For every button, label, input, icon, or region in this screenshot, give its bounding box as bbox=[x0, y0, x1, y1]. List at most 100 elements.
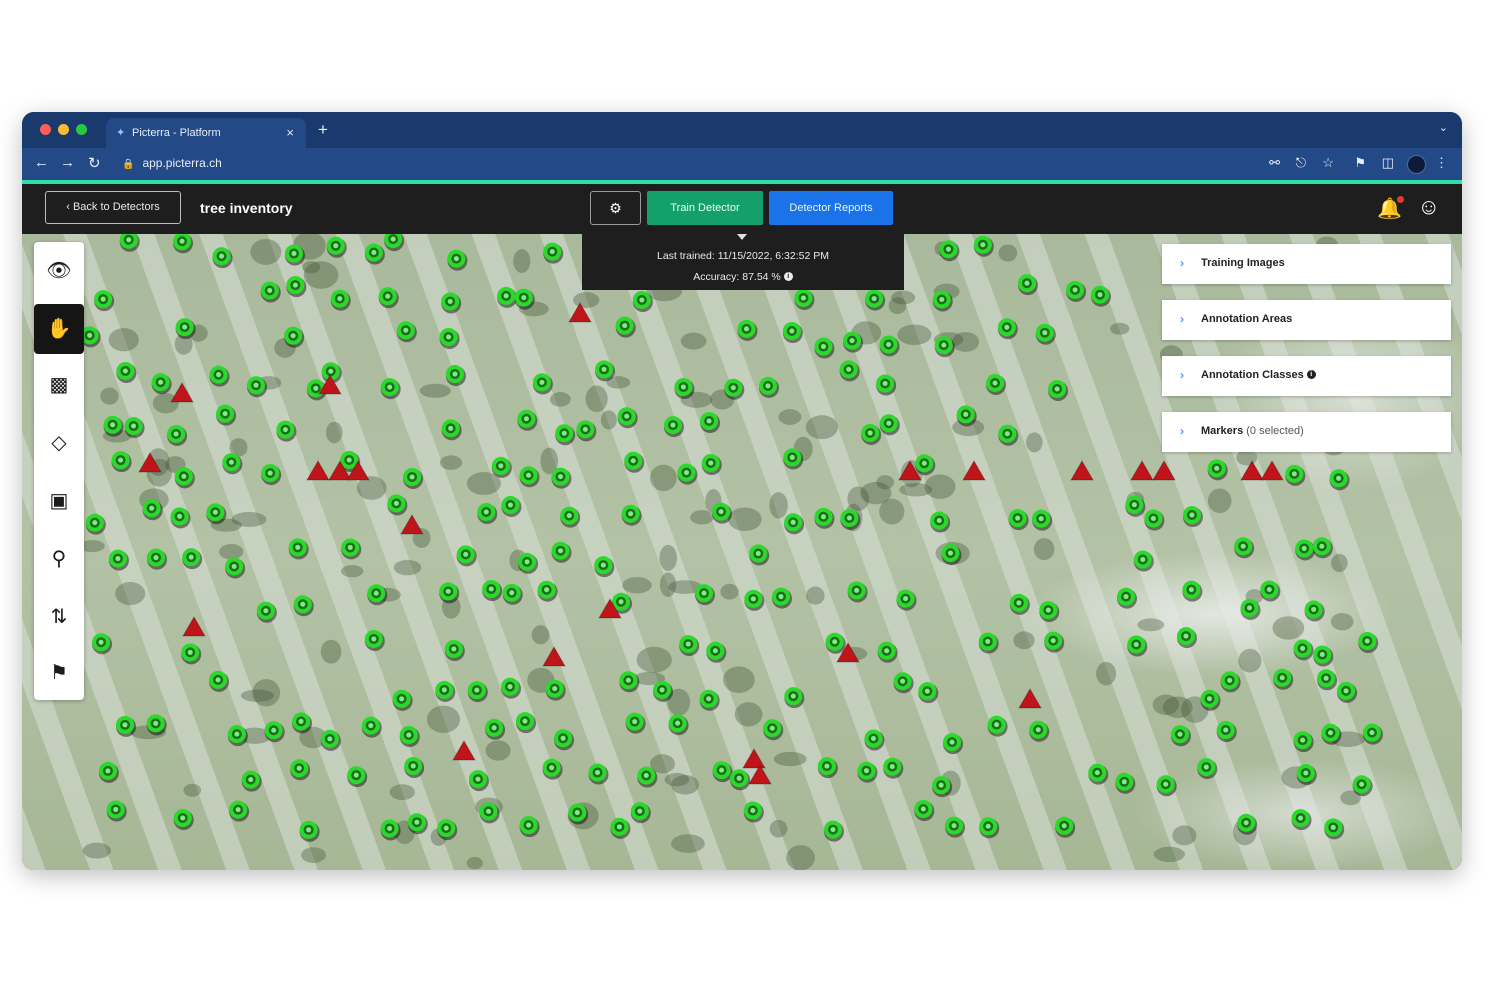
tree-detection-marker-icon[interactable] bbox=[299, 820, 320, 842]
tree-detection-marker-icon[interactable] bbox=[1115, 772, 1136, 794]
tree-detection-marker-icon[interactable] bbox=[893, 672, 914, 694]
tree-detection-marker-icon[interactable] bbox=[482, 580, 503, 602]
tree-detection-marker-icon[interactable] bbox=[784, 513, 805, 535]
tree-detection-marker-icon[interactable] bbox=[445, 365, 466, 387]
tab-search-chevron-icon[interactable]: ⌄ bbox=[1439, 121, 1448, 134]
tree-detection-marker-icon[interactable] bbox=[515, 712, 536, 734]
tree-detection-marker-icon[interactable] bbox=[1029, 720, 1050, 742]
rectangle-select-icon[interactable]: ▩ bbox=[34, 360, 84, 410]
tree-detection-marker-icon[interactable] bbox=[576, 420, 597, 442]
tree-detection-marker-icon[interactable] bbox=[447, 249, 468, 271]
tree-detection-marker-icon[interactable] bbox=[814, 337, 835, 359]
tree-detection-marker-icon[interactable] bbox=[1220, 671, 1241, 693]
tree-detection-marker-icon[interactable] bbox=[1044, 631, 1065, 653]
tree-detection-marker-icon[interactable] bbox=[979, 817, 1000, 839]
missed-tree-triangle-icon[interactable] bbox=[1018, 688, 1042, 709]
info-icon[interactable]: i bbox=[1306, 370, 1316, 379]
sort-arrows-icon[interactable]: ⇅ bbox=[34, 592, 84, 642]
tree-detection-marker-icon[interactable] bbox=[181, 643, 202, 665]
tree-detection-marker-icon[interactable] bbox=[1237, 813, 1258, 835]
tree-detection-marker-icon[interactable] bbox=[771, 587, 792, 609]
tree-detection-marker-icon[interactable] bbox=[551, 467, 572, 489]
tree-detection-marker-icon[interactable] bbox=[1304, 600, 1325, 622]
tree-detection-marker-icon[interactable] bbox=[502, 583, 523, 605]
tree-detection-marker-icon[interactable] bbox=[293, 595, 314, 617]
key-icon[interactable]: ⚯ bbox=[1269, 155, 1280, 171]
tree-detection-marker-icon[interactable] bbox=[1055, 816, 1076, 838]
tree-detection-marker-icon[interactable] bbox=[630, 802, 651, 824]
tree-detection-marker-icon[interactable] bbox=[326, 236, 347, 258]
tree-detection-marker-icon[interactable] bbox=[456, 545, 477, 567]
tree-detection-marker-icon[interactable] bbox=[380, 378, 401, 400]
tree-detection-marker-icon[interactable] bbox=[701, 453, 722, 475]
tree-detection-marker-icon[interactable] bbox=[1088, 763, 1109, 785]
share-icon[interactable]: ⎋ bbox=[1296, 155, 1306, 171]
tree-detection-marker-icon[interactable] bbox=[1182, 506, 1203, 528]
tree-detection-marker-icon[interactable] bbox=[330, 289, 351, 311]
tree-detection-marker-icon[interactable] bbox=[1008, 509, 1029, 531]
tree-detection-marker-icon[interactable] bbox=[173, 234, 194, 254]
missed-tree-triangle-icon[interactable] bbox=[742, 748, 766, 769]
tree-detection-marker-icon[interactable] bbox=[956, 405, 977, 427]
tree-detection-marker-icon[interactable] bbox=[1317, 669, 1338, 691]
tree-detection-marker-icon[interactable] bbox=[554, 729, 575, 751]
missed-tree-triangle-icon[interactable] bbox=[542, 646, 566, 667]
tree-detection-marker-icon[interactable] bbox=[468, 770, 489, 792]
tree-detection-marker-icon[interactable] bbox=[724, 378, 745, 400]
tree-detection-marker-icon[interactable] bbox=[124, 417, 145, 439]
tree-detection-marker-icon[interactable] bbox=[1182, 580, 1203, 602]
tree-detection-marker-icon[interactable] bbox=[944, 816, 965, 838]
side-panel-icon[interactable]: ◫ bbox=[1382, 155, 1394, 171]
tree-detection-marker-icon[interactable] bbox=[341, 538, 362, 560]
tree-detection-marker-icon[interactable] bbox=[532, 373, 553, 395]
tree-detection-marker-icon[interactable] bbox=[1358, 632, 1379, 654]
tree-detection-marker-icon[interactable] bbox=[695, 584, 716, 606]
tree-detection-marker-icon[interactable] bbox=[625, 712, 646, 734]
zoom-select-icon[interactable]: ⚲ bbox=[34, 534, 84, 584]
tree-detection-marker-icon[interactable] bbox=[610, 817, 631, 839]
tree-detection-marker-icon[interactable] bbox=[998, 424, 1019, 446]
tree-detection-marker-icon[interactable] bbox=[1216, 721, 1237, 743]
tree-detection-marker-icon[interactable] bbox=[1273, 668, 1294, 690]
tree-detection-marker-icon[interactable] bbox=[987, 715, 1008, 737]
tree-detection-marker-icon[interactable] bbox=[227, 725, 248, 747]
tree-detection-marker-icon[interactable] bbox=[847, 581, 868, 603]
tree-detection-marker-icon[interactable] bbox=[98, 761, 119, 783]
tree-detection-marker-icon[interactable] bbox=[518, 552, 539, 574]
tree-detection-marker-icon[interactable] bbox=[1009, 593, 1030, 615]
tree-detection-marker-icon[interactable] bbox=[1337, 681, 1358, 703]
missed-tree-triangle-icon[interactable] bbox=[452, 740, 476, 761]
tree-detection-marker-icon[interactable] bbox=[364, 243, 385, 265]
panel-markers[interactable]: › Markers (0 selected) bbox=[1162, 412, 1451, 452]
tree-detection-marker-icon[interactable] bbox=[106, 800, 127, 822]
maximize-window-button[interactable] bbox=[76, 124, 87, 135]
tree-detection-marker-icon[interactable] bbox=[147, 548, 168, 570]
tree-detection-marker-icon[interactable] bbox=[347, 766, 368, 788]
tree-detection-marker-icon[interactable] bbox=[182, 548, 203, 570]
tree-detection-marker-icon[interactable] bbox=[537, 580, 558, 602]
panel-training-images[interactable]: › Training Images bbox=[1162, 244, 1451, 284]
tree-detection-marker-icon[interactable] bbox=[519, 466, 540, 488]
tree-detection-marker-icon[interactable] bbox=[209, 365, 230, 387]
extensions-puzzle-icon[interactable]: ⚑ bbox=[1354, 155, 1366, 171]
tree-detection-marker-icon[interactable] bbox=[1352, 775, 1373, 797]
missed-tree-triangle-icon[interactable] bbox=[962, 460, 986, 481]
missed-tree-triangle-icon[interactable] bbox=[1070, 460, 1094, 481]
tree-detection-marker-icon[interactable] bbox=[497, 286, 518, 308]
area-select-icon[interactable]: ▣ bbox=[34, 476, 84, 526]
tree-detection-marker-icon[interactable] bbox=[1117, 587, 1138, 609]
tree-detection-marker-icon[interactable] bbox=[825, 632, 846, 654]
missed-tree-triangle-icon[interactable] bbox=[1260, 460, 1284, 481]
tree-detection-marker-icon[interactable] bbox=[167, 424, 188, 446]
tree-detection-marker-icon[interactable] bbox=[1291, 809, 1312, 831]
tree-detection-marker-icon[interactable] bbox=[1321, 723, 1342, 745]
polygon-icon[interactable]: ◇ bbox=[34, 418, 84, 468]
missed-tree-triangle-icon[interactable] bbox=[182, 616, 206, 637]
tree-detection-marker-icon[interactable] bbox=[939, 240, 960, 262]
tree-detection-marker-icon[interactable] bbox=[517, 409, 538, 431]
tree-detection-marker-icon[interactable] bbox=[501, 495, 522, 517]
tree-detection-marker-icon[interactable] bbox=[706, 641, 727, 663]
tree-detection-marker-icon[interactable] bbox=[784, 687, 805, 709]
tree-detection-marker-icon[interactable] bbox=[730, 769, 751, 791]
tree-detection-marker-icon[interactable] bbox=[823, 820, 844, 842]
